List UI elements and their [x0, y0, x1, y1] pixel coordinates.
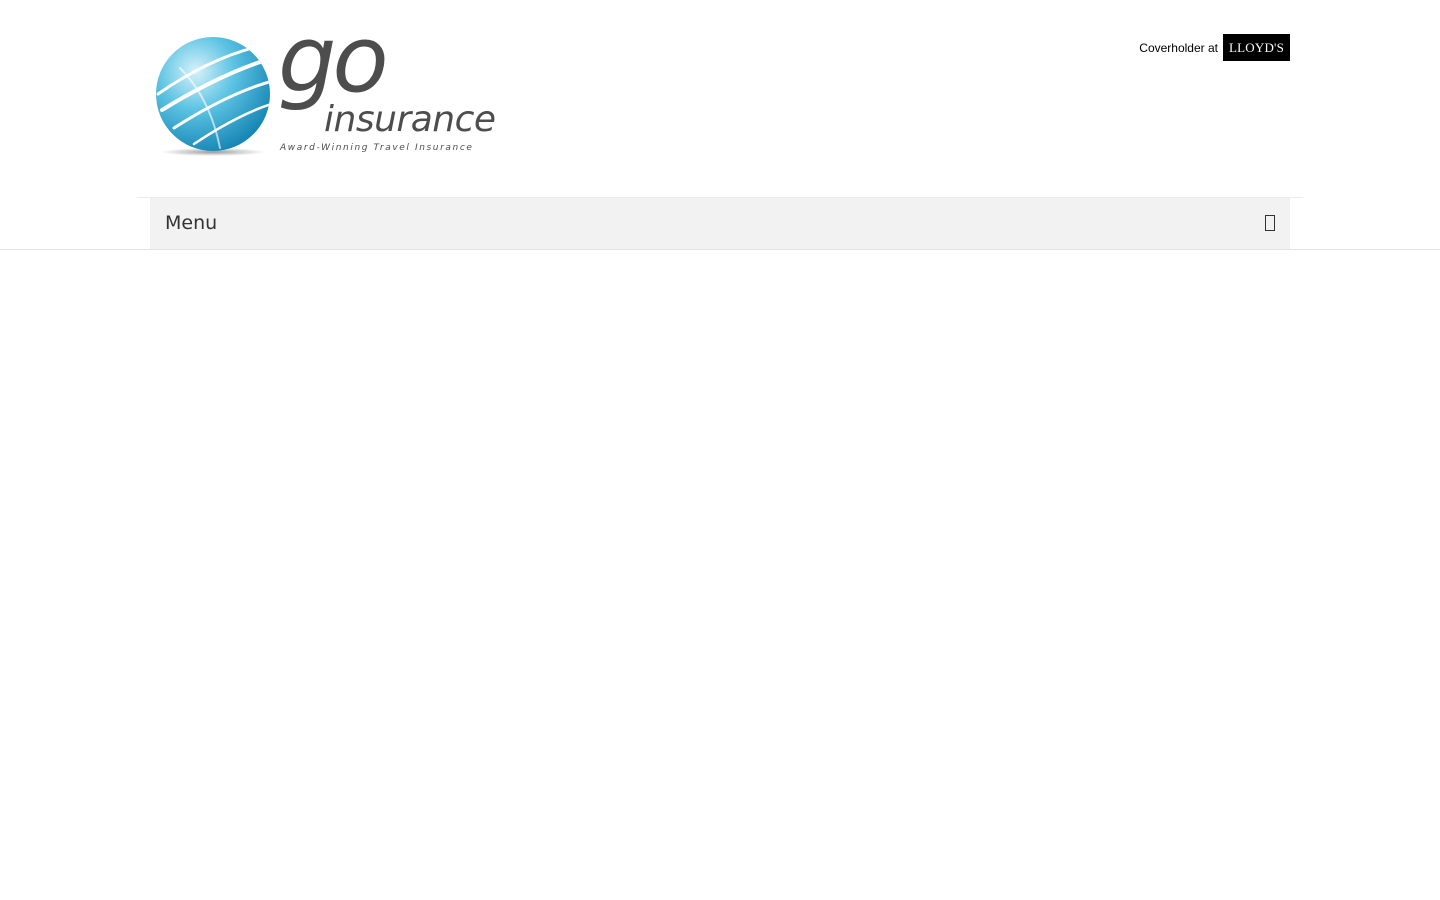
lloyds-coverholder: Coverholder at LLOYD'S: [1139, 34, 1290, 61]
lloyds-prefix: Coverholder at: [1139, 40, 1218, 55]
logo-brand-word: go: [278, 6, 389, 113]
logo-brand-sub: insurance: [324, 99, 496, 140]
toggle-icon: [1265, 215, 1275, 231]
site-logo[interactable]: go insurance Award-Winning Travel Insura…: [150, 14, 510, 168]
menu-toggle-button[interactable]: Menu: [150, 198, 1290, 249]
page-content: [0, 250, 1440, 900]
lloyds-logo: LLOYD'S: [1223, 34, 1290, 61]
menu-label: Menu: [165, 212, 218, 234]
site-header: go insurance Award-Winning Travel Insura…: [0, 0, 1440, 198]
main-navigation: Menu: [0, 198, 1440, 250]
logo-tagline: Award-Winning Travel Insurance: [280, 143, 474, 153]
